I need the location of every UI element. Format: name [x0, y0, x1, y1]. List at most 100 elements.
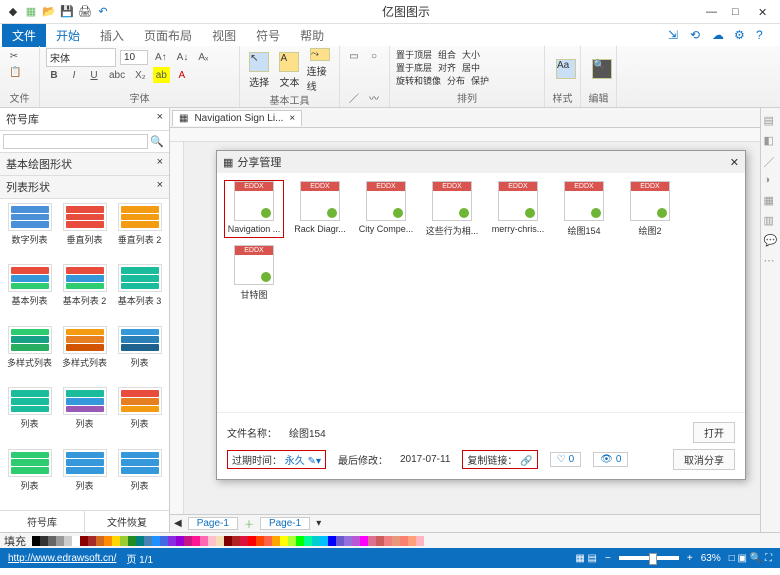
shape-item[interactable]: 多样式列表 — [4, 326, 55, 383]
color-swatch[interactable] — [272, 536, 280, 546]
tab-start[interactable]: 开始 — [46, 24, 90, 47]
color-swatch[interactable] — [32, 536, 40, 546]
color-swatch[interactable] — [224, 536, 232, 546]
bring-front-button[interactable]: 置于顶层 — [396, 48, 432, 61]
panel-comments-icon[interactable]: 💬 — [764, 234, 778, 248]
search-icon[interactable]: 🔍 — [148, 134, 166, 149]
panel-more-icon[interactable]: ⋯ — [764, 254, 778, 268]
color-swatch[interactable] — [88, 536, 96, 546]
connector-tool[interactable]: ⤳连接线 — [307, 48, 333, 92]
color-swatch[interactable] — [400, 536, 408, 546]
font-name-combo[interactable]: 宋体 — [46, 48, 116, 67]
color-swatch[interactable] — [176, 536, 184, 546]
file-item[interactable]: Navigation ... — [225, 181, 283, 237]
page-tab-1[interactable]: Page-1 — [188, 517, 238, 530]
print-icon[interactable]: 🖨 — [78, 5, 92, 19]
clear-format-icon[interactable]: Aₓ — [195, 50, 211, 66]
send-back-button[interactable]: 置于底层 — [396, 61, 432, 74]
settings-icon[interactable]: ⚙ — [734, 28, 748, 42]
style-button[interactable]: Aa — [551, 48, 581, 90]
document-tab[interactable]: ▦ Navigation Sign Li... × — [172, 110, 302, 126]
copy-link-field[interactable]: 复制链接： 🔗 — [462, 450, 537, 469]
tab-view[interactable]: 视图 — [202, 24, 246, 47]
color-swatch[interactable] — [56, 536, 64, 546]
undo-icon[interactable]: ↶ — [96, 5, 110, 19]
color-swatch[interactable] — [392, 536, 400, 546]
color-swatch[interactable] — [160, 536, 168, 546]
group-button[interactable]: 组合 — [438, 48, 456, 61]
color-swatch[interactable] — [248, 536, 256, 546]
shape-item[interactable]: 垂直列表 2 — [114, 203, 165, 260]
fit-icons[interactable]: □ ▣ 🔍 ⛶ — [729, 553, 772, 564]
color-swatch[interactable] — [192, 536, 200, 546]
export-icon[interactable]: ⇲ — [668, 28, 682, 42]
tab-insert[interactable]: 插入 — [90, 24, 134, 47]
shape-item[interactable]: 基本列表 2 — [59, 264, 110, 321]
shape-item[interactable]: 多样式列表 — [59, 326, 110, 383]
color-swatch[interactable] — [80, 536, 88, 546]
edit-button[interactable]: 🔍 — [587, 48, 617, 90]
help-icon[interactable]: ? — [756, 28, 770, 42]
rotate-button[interactable]: 旋转和镜像 — [396, 74, 441, 87]
shape-item[interactable]: 基本列表 — [4, 264, 55, 321]
color-swatch[interactable] — [280, 536, 288, 546]
tab-symbol[interactable]: 符号 — [246, 24, 290, 47]
color-swatch[interactable] — [136, 536, 144, 546]
color-swatch[interactable] — [384, 536, 392, 546]
color-swatch[interactable] — [336, 536, 344, 546]
page-dropdown-icon[interactable]: ▾ — [316, 518, 321, 529]
file-item[interactable]: 甘特图 — [225, 245, 283, 301]
panel-shadow-icon[interactable]: ◑ — [764, 174, 778, 188]
maximize-button[interactable]: □ — [732, 6, 744, 18]
font-color-icon[interactable]: A — [174, 67, 190, 83]
shape-curve-icon[interactable]: 〰 — [366, 89, 382, 105]
color-swatch[interactable] — [96, 536, 104, 546]
cloud-icon[interactable]: ☁ — [712, 28, 726, 42]
shape-item[interactable]: 数字列表 — [4, 203, 55, 260]
color-swatch[interactable] — [64, 536, 72, 546]
distribute-button[interactable]: 分布 — [447, 74, 465, 87]
page-prev-icon[interactable]: ◀ — [174, 518, 182, 529]
color-swatch[interactable] — [216, 536, 224, 546]
bold-icon[interactable]: B — [46, 67, 62, 83]
copy-icon[interactable]: 📋 — [6, 64, 24, 80]
edit-icon[interactable]: ✎▾ — [308, 456, 321, 467]
subscript-icon[interactable]: X₂ — [132, 67, 149, 83]
sidebar-tab-recover[interactable]: 文件恢复 — [85, 511, 169, 532]
panel-line-icon[interactable]: ／ — [764, 154, 778, 168]
shape-circle-icon[interactable]: ○ — [366, 48, 382, 64]
share-icon[interactable]: ⟲ — [690, 28, 704, 42]
color-swatch[interactable] — [104, 536, 112, 546]
shape-item[interactable]: 列表 — [59, 449, 110, 506]
sidebar-tab-shapes[interactable]: 符号库 — [0, 511, 85, 532]
page-tab-1b[interactable]: Page-1 — [260, 517, 310, 530]
color-swatch[interactable] — [240, 536, 248, 546]
color-swatch[interactable] — [184, 536, 192, 546]
color-swatch[interactable] — [120, 536, 128, 546]
expire-field[interactable]: 过期时间： 永久 ✎▾ — [227, 450, 326, 469]
shrink-font-icon[interactable]: A↓ — [174, 50, 192, 66]
font-size-combo[interactable]: 10 — [120, 50, 148, 65]
tab-layout[interactable]: 页面布局 — [134, 24, 202, 47]
color-swatch[interactable] — [168, 536, 176, 546]
color-swatch[interactable] — [376, 536, 384, 546]
color-swatch[interactable] — [208, 536, 216, 546]
cancel-share-button[interactable]: 取消分享 — [673, 449, 735, 470]
minimize-button[interactable]: — — [706, 6, 718, 18]
color-swatch[interactable] — [352, 536, 360, 546]
file-item[interactable]: 绘图2 — [621, 181, 679, 237]
shape-item[interactable]: 列表 — [114, 326, 165, 383]
color-swatch[interactable] — [416, 536, 424, 546]
view-mode-icon[interactable]: ▦ ▤ — [575, 553, 597, 564]
shape-item[interactable]: 列表 — [114, 449, 165, 506]
color-swatch[interactable] — [304, 536, 312, 546]
shape-line-icon[interactable]: ／ — [346, 89, 362, 105]
panel-layers-icon[interactable]: ▦ — [764, 194, 778, 208]
color-swatch[interactable] — [152, 536, 160, 546]
color-swatch[interactable] — [264, 536, 272, 546]
color-swatch[interactable] — [48, 536, 56, 546]
size-button[interactable]: 大小 — [462, 48, 480, 61]
color-swatch[interactable] — [328, 536, 336, 546]
highlight-icon[interactable]: ab — [153, 67, 170, 83]
save-icon[interactable]: 💾 — [60, 5, 74, 19]
